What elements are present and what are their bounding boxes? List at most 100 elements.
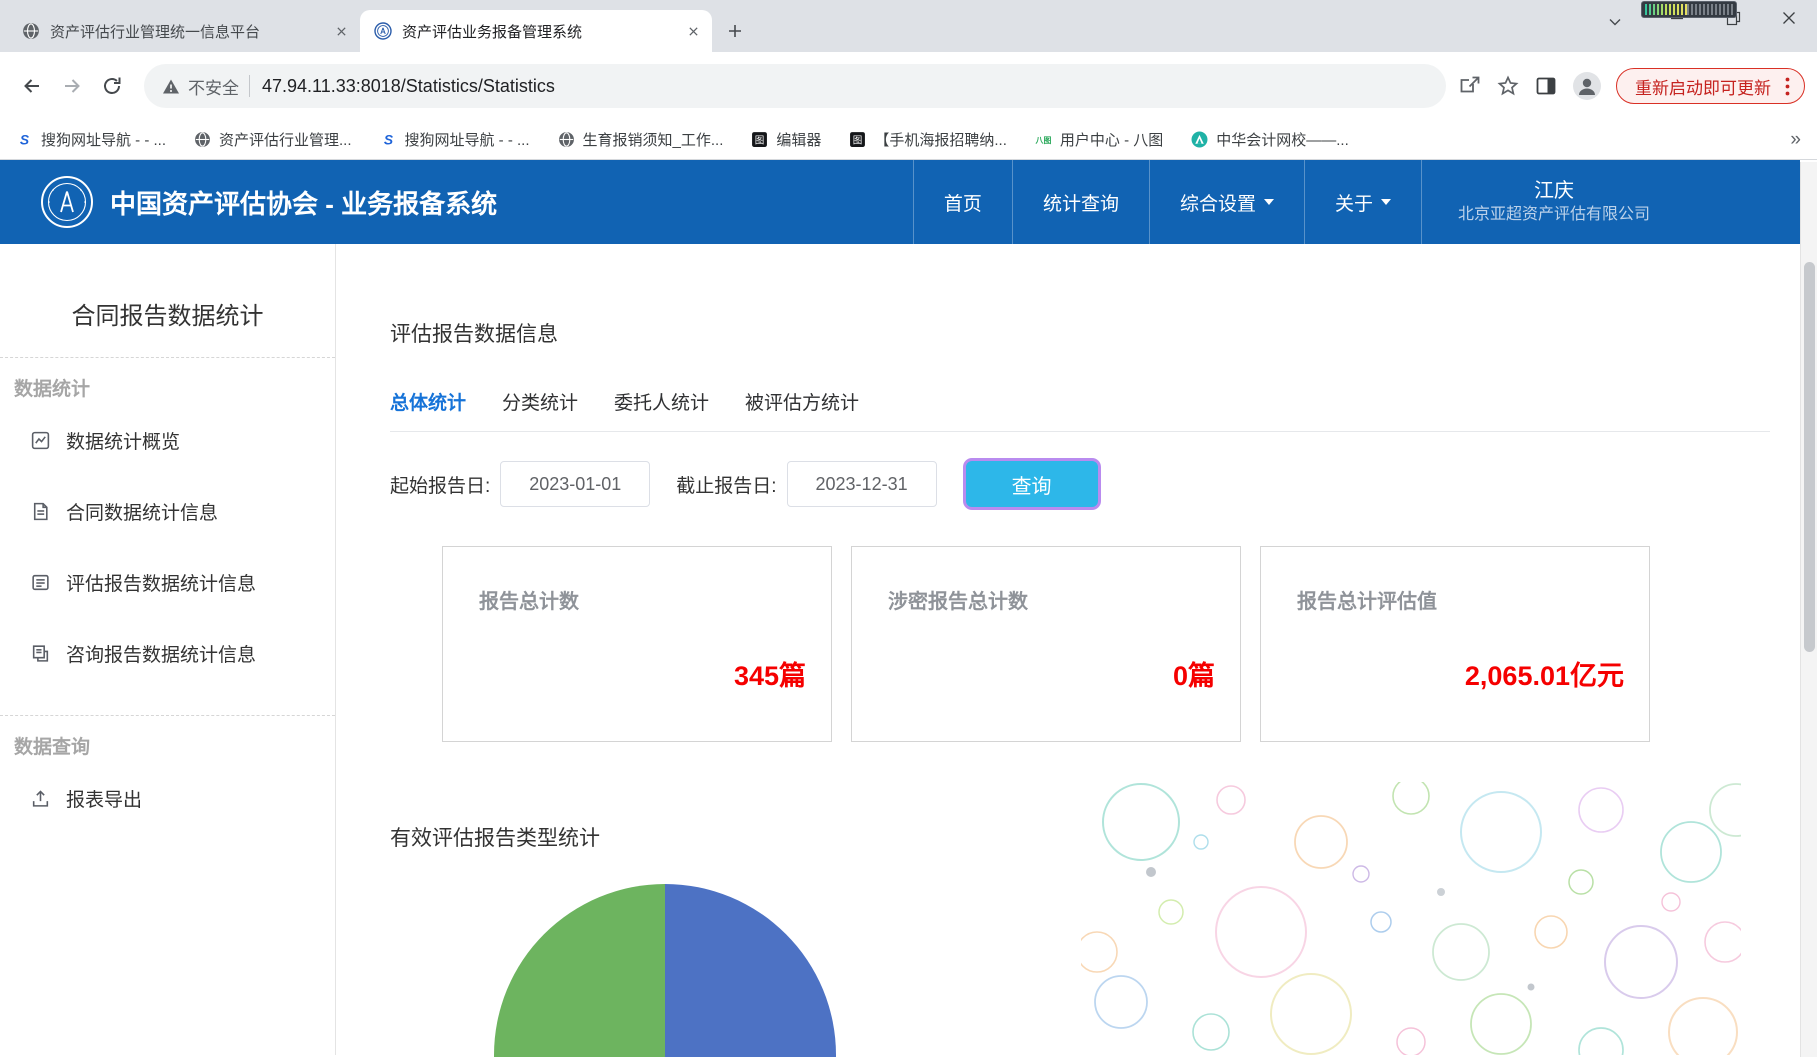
scrollbar-thumb[interactable]: [1804, 262, 1815, 652]
bookmark-item[interactable]: 中华会计网校——...: [1191, 129, 1349, 150]
top-navigation: 首页 统计查询 综合设置 关于: [913, 160, 1422, 244]
new-tab-button[interactable]: [720, 16, 750, 46]
query-button[interactable]: 查询: [963, 458, 1101, 510]
bookmarks-overflow-chevron[interactable]: »: [1790, 129, 1801, 151]
sidebar-title: 合同报告数据统计: [0, 296, 335, 331]
browser-tab-1[interactable]: 资产评估行业管理统一信息平台: [8, 10, 360, 52]
sidebar-item-report-export[interactable]: 报表导出: [0, 763, 335, 834]
end-date-label: 截止报告日:: [676, 471, 776, 498]
tab-category-stats[interactable]: 分类统计: [502, 388, 578, 415]
tab-title: 资产评估业务报备管理系统: [402, 21, 684, 42]
bookmark-star-icon[interactable]: [1496, 74, 1520, 98]
card-classified-reports: 涉密报告总计数 0篇: [851, 546, 1241, 742]
url-text: 47.94.11.33:8018/Statistics/Statistics: [262, 76, 555, 97]
sidebar-item-label: 报表导出: [66, 785, 142, 812]
close-icon[interactable]: [332, 22, 350, 40]
globe-icon: [194, 131, 211, 148]
chevron-down-icon: [1264, 199, 1274, 205]
globe-icon: [22, 22, 40, 40]
svg-text:图: 图: [755, 136, 765, 147]
tab-overall-stats[interactable]: 总体统计: [390, 388, 466, 415]
bookmark-item[interactable]: 八图 用户中心 - 八图: [1035, 129, 1163, 150]
nav-item-home[interactable]: 首页: [913, 160, 1012, 244]
tab-client-stats[interactable]: 委托人统计: [614, 388, 709, 415]
editor-icon: 图: [751, 131, 768, 148]
card-title: 涉密报告总计数: [852, 547, 1240, 614]
bookmark-label: 【手机海报招聘纳...: [874, 129, 1007, 150]
svg-text:S: S: [383, 131, 393, 147]
user-info[interactable]: 江庆 北京亚超资产评估有限公司: [1458, 178, 1650, 226]
kebab-menu-icon[interactable]: [1785, 77, 1790, 96]
tab-title: 资产评估行业管理统一信息平台: [50, 21, 332, 42]
decorative-bubbles-graphic: [1081, 782, 1741, 1055]
sogou-icon: S: [16, 131, 33, 148]
chevron-down-icon[interactable]: [1607, 14, 1623, 30]
close-icon[interactable]: [684, 22, 702, 40]
start-date-input[interactable]: [500, 461, 650, 507]
sogou-icon: S: [380, 131, 397, 148]
share-icon[interactable]: [1458, 74, 1482, 98]
card-value: 2,065.01亿元: [1465, 654, 1624, 693]
bookmark-label: 用户中心 - 八图: [1060, 129, 1163, 150]
stat-cards: 报告总计数 345篇 涉密报告总计数 0篇 报告总计评估值 2,065.01亿元: [442, 546, 1800, 742]
page-title: 评估报告数据信息: [390, 318, 1800, 348]
date-filter-row: 起始报告日: 截止报告日: 查询: [390, 458, 1800, 510]
browser-tab-2[interactable]: 资产评估业务报备管理系统: [360, 10, 712, 52]
sidebar-item-label: 合同数据统计信息: [66, 498, 218, 525]
side-panel-icon[interactable]: [1534, 74, 1558, 98]
export-icon: [30, 788, 51, 809]
nav-label: 综合设置: [1180, 189, 1256, 216]
address-bar[interactable]: 不安全 47.94.11.33:8018/Statistics/Statisti…: [144, 64, 1446, 108]
nav-label: 关于: [1335, 189, 1373, 216]
sidebar-item-consult-stats[interactable]: 咨询报告数据统计信息: [0, 618, 335, 689]
sidebar-item-data-overview[interactable]: 数据统计概览: [0, 405, 335, 476]
pie-chart: [493, 883, 837, 1057]
consult-doc-icon: [30, 643, 51, 664]
sidebar-item-contract-stats[interactable]: 合同数据统计信息: [0, 476, 335, 547]
app-title: 中国资产评估协会 - 业务报备系统: [110, 184, 497, 221]
nav-label: 首页: [944, 189, 982, 216]
bookmark-label: 生育报销须知_工作...: [583, 129, 724, 150]
report-doc-icon: [30, 572, 51, 593]
security-label: 不安全: [188, 74, 239, 99]
bookmark-item[interactable]: S 搜狗网址导航 - - ...: [380, 129, 530, 150]
end-date-input[interactable]: [787, 461, 937, 507]
ram-usage-bars: [1645, 4, 1687, 15]
nav-item-about[interactable]: 关于: [1304, 160, 1422, 244]
nav-item-statistics[interactable]: 统计查询: [1012, 160, 1149, 244]
stat-tabs: 总体统计 分类统计 委托人统计 被评估方统计: [390, 388, 1770, 432]
bookmark-item[interactable]: 生育报销须知_工作...: [558, 129, 724, 150]
tab-appraisee-stats[interactable]: 被评估方统计: [745, 388, 859, 415]
start-date-label: 起始报告日:: [390, 471, 490, 498]
ram-free-bars: [1687, 4, 1733, 15]
update-browser-button[interactable]: 重新启动即可更新: [1616, 68, 1805, 104]
forward-button[interactable]: [52, 66, 92, 106]
contract-doc-icon: [30, 501, 51, 522]
close-window-button[interactable]: [1761, 0, 1817, 36]
poster-icon: 图: [849, 131, 866, 148]
reload-button[interactable]: [92, 66, 132, 106]
sidebar: 合同报告数据统计 数据统计 数据统计概览 合同数据统计信息 评估报告数据统计信息…: [0, 244, 336, 1055]
toolbar-actions: 重新启动即可更新: [1458, 68, 1805, 104]
pie-slice: [665, 884, 836, 1057]
back-button[interactable]: [12, 66, 52, 106]
bookmark-label: 资产评估行业管理...: [219, 129, 352, 150]
bookmark-item[interactable]: 资产评估行业管理...: [194, 129, 352, 150]
sidebar-item-report-stats[interactable]: 评估报告数据统计信息: [0, 547, 335, 618]
bookmark-label: 中华会计网校——...: [1216, 129, 1349, 150]
warning-icon: [162, 78, 180, 95]
bookmark-item[interactable]: 图 编辑器: [751, 129, 821, 150]
seal-logo-icon: [374, 22, 392, 40]
bookmark-item[interactable]: 图 【手机海报招聘纳...: [849, 129, 1007, 150]
ram-monitor-overlay-widget: [1641, 1, 1737, 18]
nav-item-settings[interactable]: 综合设置: [1149, 160, 1304, 244]
app-header: 中国资产评估协会 - 业务报备系统 首页 统计查询 综合设置 关于 江庆 北京亚…: [0, 160, 1800, 244]
user-company: 北京亚超资产评估有限公司: [1458, 204, 1650, 226]
profile-avatar-icon[interactable]: [1572, 71, 1602, 101]
card-title: 报告总计评估值: [1261, 547, 1649, 614]
divider: [249, 75, 250, 97]
bookmark-item[interactable]: S 搜狗网址导航 - - ...: [16, 129, 166, 150]
bookmark-label: 搜狗网址导航 - - ...: [405, 129, 530, 150]
card-value: 0篇: [1173, 654, 1215, 693]
page-scrollbar[interactable]: [1800, 162, 1817, 1057]
